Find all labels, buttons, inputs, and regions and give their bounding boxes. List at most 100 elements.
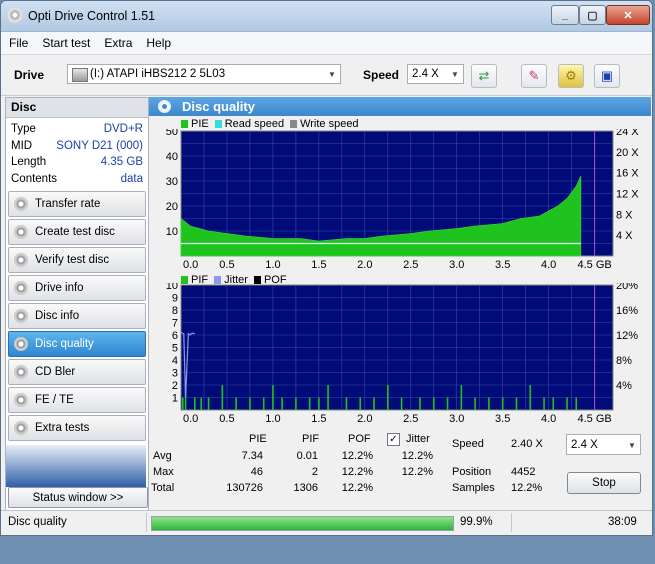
close-button[interactable]: ✕ <box>606 5 650 25</box>
nav-disc-quality[interactable]: Disc quality <box>8 331 146 357</box>
stats-header-pie: PIE <box>249 433 267 445</box>
y-right-tick-label: 12% <box>616 330 638 342</box>
x-tick-label: 1.5 <box>311 413 326 425</box>
samples-label: Samples <box>452 482 495 494</box>
disc-icon <box>14 365 28 379</box>
speed-select[interactable]: 2.4 X ▼ <box>407 64 464 84</box>
y-right-tick-label: 4% <box>616 380 632 392</box>
x-tick-label: 1.0 <box>265 413 280 425</box>
nav-drive-info[interactable]: Drive info <box>8 275 146 301</box>
stats-header-pof: POF <box>348 433 371 445</box>
drive-icon <box>72 68 88 82</box>
progress-fill <box>152 517 453 530</box>
status-divider <box>511 513 512 532</box>
nav-label: Disc info <box>35 310 80 322</box>
window-title: Opti Drive Control 1.51 <box>28 9 156 23</box>
nav-cd-bler[interactable]: CD Bler <box>8 359 146 385</box>
minimize-button[interactable]: _ <box>551 5 579 25</box>
nav-transfer-rate[interactable]: Transfer rate <box>8 191 146 217</box>
refresh-button[interactable]: ⇄ <box>471 64 497 88</box>
nav-label: CD Bler <box>35 366 76 378</box>
floppy-icon: ▣ <box>600 68 614 83</box>
menu-help[interactable]: Help <box>146 36 171 50</box>
nav-label: Create test disc <box>35 226 115 238</box>
maximize-button[interactable]: ▢ <box>579 5 606 25</box>
toolbar: Drive (I:) ATAPI iHBS212 2 5L03 ▼ Speed … <box>1 55 652 96</box>
info-value: 4.35 GB <box>100 156 143 168</box>
x-tick-label: 0.0 <box>183 259 198 271</box>
x-tick-label: 3.5 <box>495 259 510 271</box>
refresh-icon: ⇄ <box>478 68 490 83</box>
status-window-button[interactable]: Status window >> <box>8 487 148 508</box>
stats-max-pif: 2 <box>311 466 318 478</box>
stats-max-label: Max <box>153 466 174 478</box>
disc-info: Type DVD+R MID SONY D21 (000) Length 4.35 G… <box>6 118 148 187</box>
nav-disc-info[interactable]: Disc info <box>8 303 146 329</box>
test-speed-select[interactable]: 2.4 X ▼ <box>566 434 641 455</box>
elapsed-time: 38:09 <box>608 516 637 528</box>
y-right-tick-label: 12 X <box>616 189 639 201</box>
y-left-tick-label: 10 <box>166 283 178 292</box>
status-text: Disc quality <box>8 516 67 528</box>
nav-create-test-disc[interactable]: Create test disc <box>8 219 146 245</box>
stats-max-jitter: 12.2% <box>401 466 433 478</box>
nav-verify-test-disc[interactable]: Verify test disc <box>8 247 146 273</box>
nav-label: Disc quality <box>35 338 94 350</box>
x-tick-label: 4.0 <box>541 413 556 425</box>
x-tick-label: 2.5 <box>403 413 418 425</box>
nav-label: Transfer rate <box>35 198 101 210</box>
status-divider <box>146 513 147 532</box>
disc-icon <box>14 337 28 351</box>
jitter-checkbox[interactable]: ✓ <box>387 433 400 446</box>
stop-button[interactable]: Stop <box>567 472 641 494</box>
speed-label: Speed <box>363 68 400 82</box>
disc-contents-row: Contents data <box>6 171 148 188</box>
disc-length-row: Length 4.35 GB <box>6 154 148 171</box>
x-tick-label: 4.5 GB <box>577 413 611 425</box>
sidebar-fill <box>6 445 146 487</box>
y-left-tick-label: 10 <box>166 226 178 238</box>
y-right-tick-label: 16 X <box>616 168 639 180</box>
menu-file[interactable]: File <box>9 36 28 50</box>
nav-fe-te[interactable]: FE / TE <box>8 387 146 413</box>
disc-icon <box>14 225 28 239</box>
x-tick-label: 1.5 <box>311 259 326 271</box>
info-key: Contents <box>11 172 58 185</box>
position-label: Position <box>452 466 492 478</box>
y-left-tick-label: 40 <box>166 151 178 163</box>
info-key: MID <box>11 139 33 152</box>
x-tick-label: 1.0 <box>265 259 280 271</box>
panel-title: Disc quality <box>182 99 255 114</box>
y-right-tick-label: 8 X <box>616 209 633 221</box>
samples-value: 12.2% <box>511 482 543 494</box>
save-button[interactable]: ▣ <box>594 64 620 88</box>
stats-total-pof: 12.2% <box>341 482 373 494</box>
stats-avg-pof: 12.2% <box>341 450 373 462</box>
gears-icon: ⚙ <box>565 68 577 83</box>
menu-extra[interactable]: Extra <box>104 36 132 50</box>
stats-total-pie: 130726 <box>226 482 263 494</box>
y-right-tick-label: 20 X <box>616 147 639 159</box>
legend-swatch <box>290 120 298 128</box>
drive-select[interactable]: (I:) ATAPI iHBS212 2 5L03 ▼ <box>67 64 341 84</box>
settings-button[interactable]: ⚙ <box>558 64 584 88</box>
x-tick-label: 3.0 <box>449 413 464 425</box>
x-tick-label: 0.5 <box>219 259 234 271</box>
disc-icon <box>14 393 28 407</box>
disc-icon <box>14 197 28 211</box>
erase-button[interactable]: ✎ <box>521 64 547 88</box>
y-right-tick-label: 24 X <box>616 129 639 138</box>
x-tick-label: 0.5 <box>219 413 234 425</box>
stats-avg-pie: 7.34 <box>241 450 263 462</box>
disc-icon <box>7 7 23 23</box>
menu-start-test[interactable]: Start test <box>42 36 90 50</box>
drive-label: Drive <box>14 68 45 82</box>
nav-label: Verify test disc <box>35 254 110 266</box>
y-right-tick-label: 4 X <box>616 230 633 242</box>
x-tick-label: 3.5 <box>495 413 510 425</box>
y-left-tick-label: 5 <box>172 343 178 355</box>
nav-extra-tests[interactable]: Extra tests <box>8 415 146 441</box>
panel-header: Disc quality <box>149 97 651 116</box>
y-right-tick-label: 8% <box>616 355 632 367</box>
title-bar: Opti Drive Control 1.51 _ ▢ ✕ <box>1 1 652 32</box>
